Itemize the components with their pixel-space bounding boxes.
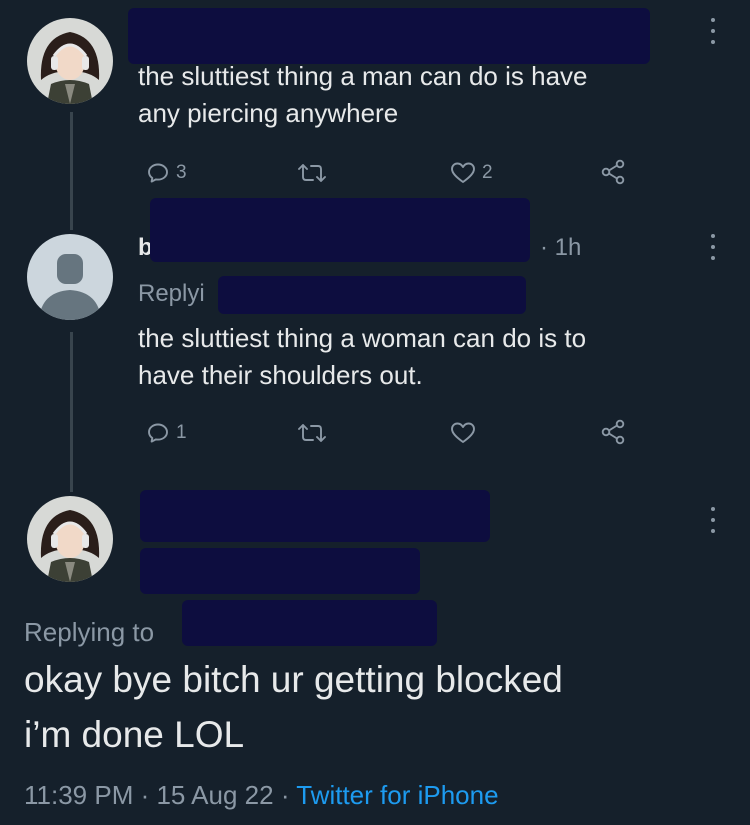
reply-icon <box>148 163 168 183</box>
retweet-icon <box>298 164 326 182</box>
heart-icon <box>451 162 475 183</box>
replying-to-label: Replying to <box>24 617 155 647</box>
share-button[interactable] <box>600 419 626 445</box>
default-avatar[interactable] <box>27 234 113 320</box>
share-icon <box>601 419 625 445</box>
tweet-time[interactable]: 11:39 PM <box>24 780 133 810</box>
tweet-text: okay bye bitch ur getting blocked i’m do… <box>24 659 563 755</box>
redacted-name <box>128 8 650 64</box>
like-button[interactable]: 2 <box>450 161 493 185</box>
retweet-icon <box>298 424 326 442</box>
share-icon <box>601 159 625 185</box>
retweet-button[interactable] <box>298 161 332 185</box>
redacted-handle <box>140 548 420 594</box>
redacted-name <box>150 198 530 262</box>
reply-button[interactable]: 3 <box>146 161 187 185</box>
reply-count: 1 <box>176 422 187 443</box>
tweet-text: the sluttiest thing a man can do is have… <box>138 61 588 128</box>
replying-to-partial: Replyi <box>138 280 205 307</box>
tweet-time: · 1h <box>540 234 582 261</box>
more-icon[interactable] <box>709 234 717 260</box>
redacted-handle <box>218 276 526 314</box>
avatar-image <box>27 18 113 104</box>
separator: · <box>133 780 157 810</box>
reply-count: 3 <box>176 162 187 183</box>
reply-icon <box>148 423 168 443</box>
like-count: 2 <box>482 162 493 183</box>
reply-button[interactable]: 1 <box>146 421 187 445</box>
separator: · <box>273 780 297 810</box>
like-button[interactable] <box>450 421 482 445</box>
retweet-button[interactable] <box>298 421 332 445</box>
thread-line-2 <box>70 332 73 492</box>
default-avatar-icon <box>27 234 113 320</box>
tweet-text: the sluttiest thing a woman can do is to… <box>138 323 587 390</box>
more-icon[interactable] <box>709 18 717 44</box>
avatar-image <box>27 496 113 582</box>
thread-line-1 <box>70 112 73 230</box>
redacted-name <box>140 490 490 542</box>
heart-icon <box>451 422 475 443</box>
avatar[interactable] <box>27 18 113 104</box>
tweet-footer: 11:39 PM · 15 Aug 22 · Twitter for iPhon… <box>24 780 499 811</box>
avatar[interactable] <box>27 496 113 582</box>
redacted-reply-handle <box>182 600 437 646</box>
tweet-date[interactable]: 15 Aug 22 <box>156 780 273 810</box>
more-icon[interactable] <box>709 507 717 533</box>
share-button[interactable] <box>600 159 626 185</box>
tweet-source[interactable]: Twitter for iPhone <box>296 780 498 810</box>
